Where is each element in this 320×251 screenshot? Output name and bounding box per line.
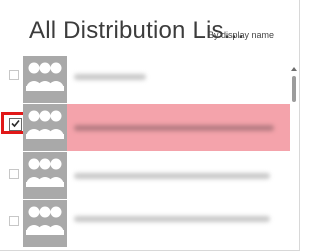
chevron-up-icon[interactable] <box>291 66 297 72</box>
display-name-redacted <box>74 125 274 131</box>
vertical-scrollbar[interactable] <box>291 66 297 250</box>
display-name-redacted <box>74 216 270 222</box>
list-item-selected[interactable] <box>0 104 290 151</box>
list-item[interactable] <box>0 56 290 103</box>
row-checkbox-checked[interactable] <box>9 118 22 131</box>
scroll-thumb[interactable] <box>292 76 296 102</box>
list-item[interactable] <box>0 200 290 247</box>
display-name-redacted <box>74 74 146 80</box>
distribution-list-panel: All Distribution Lis... By display name <box>0 0 300 251</box>
row-checkbox[interactable] <box>9 70 19 80</box>
group-icon <box>23 104 67 151</box>
check-icon <box>11 119 20 128</box>
group-icon <box>23 200 67 247</box>
sort-selector[interactable]: By display name <box>208 30 274 40</box>
list-item[interactable] <box>0 152 290 199</box>
group-icon <box>23 56 67 103</box>
row-checkbox[interactable] <box>9 216 19 226</box>
group-icon <box>23 152 67 199</box>
list-header: All Distribution Lis... By display name <box>0 0 299 56</box>
row-checkbox[interactable] <box>9 169 19 179</box>
display-name-redacted <box>74 173 270 179</box>
